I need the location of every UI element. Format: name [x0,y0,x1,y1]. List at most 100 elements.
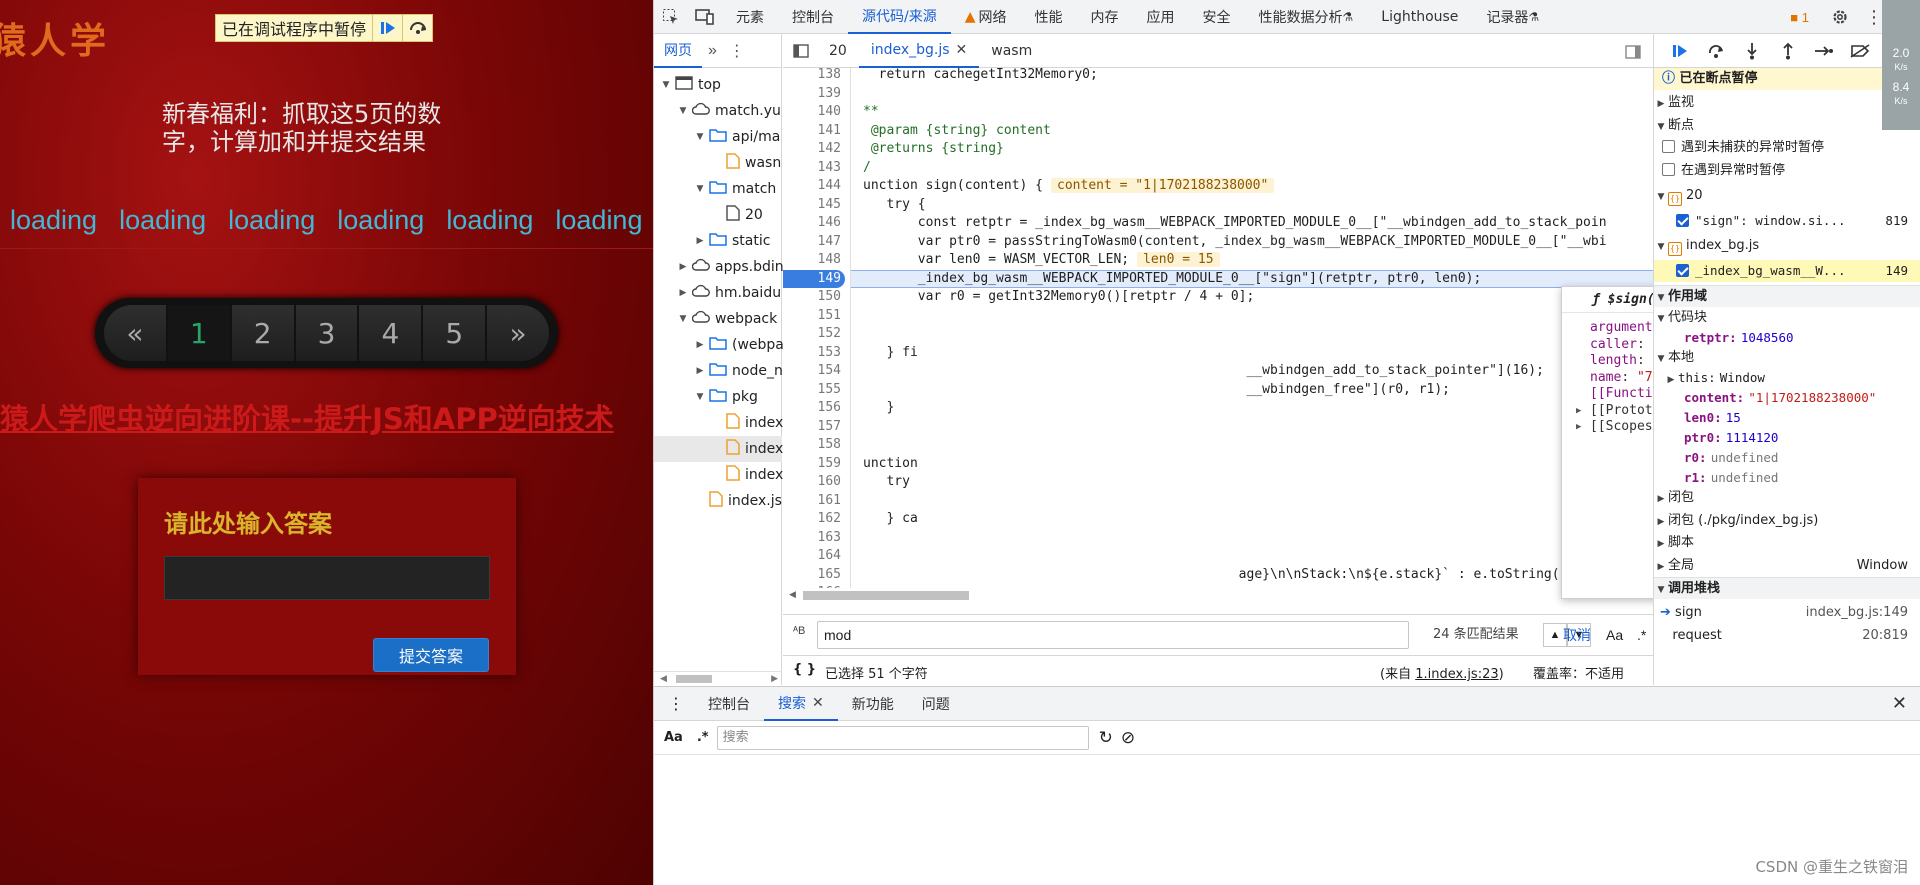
drawer-tab[interactable]: 控制台 [694,687,764,721]
tab-page[interactable]: 网页 [654,34,702,68]
line-number[interactable]: 160 [783,473,841,491]
tree-node-cloud[interactable]: ▶ apps.bdin [677,254,784,280]
tab-9[interactable]: Lighthouse [1367,0,1472,34]
line-number[interactable]: 141 [783,122,841,140]
call-frame[interactable]: ➔ sign index_bg.js:149 [1654,602,1920,624]
page-button-5[interactable]: 5 [423,305,486,361]
find-input[interactable]: mod [817,621,1409,649]
settings-button[interactable] [1823,0,1857,34]
drawer-menu-icon[interactable]: ⋮ [654,694,694,713]
collapsed-arrow-icon[interactable]: ▶ [694,366,706,376]
close-tab-icon[interactable]: ✕ [956,42,968,58]
page-button-2[interactable]: 2 [231,305,294,361]
cancel-find-button[interactable]: 取消 [1563,615,1591,655]
line-number[interactable]: 153 [783,344,841,362]
breakpoint-file[interactable]: ▼{} index_bg.js [1654,235,1920,257]
expanded-arrow-icon[interactable]: ▼ [694,132,706,142]
tab-3[interactable]: ▲ 网络 [951,0,1021,34]
global-scope[interactable]: ▶ 全局 Window [1654,555,1920,577]
inspect-element-button[interactable] [654,0,688,34]
page-button-prev[interactable]: « [104,305,166,361]
toggle-debugger-icon[interactable] [1625,44,1641,60]
toggle-navigator-icon[interactable] [783,43,817,59]
more-tabs-icon[interactable]: » [702,42,723,60]
collapsed-arrow-icon[interactable]: ▶ [677,262,689,272]
drawer-tab[interactable]: 问题 [908,687,964,721]
editor-hscrollbar[interactable]: ◀ ▶ [783,588,1653,602]
line-number[interactable]: 151 [783,307,841,325]
tab-8[interactable]: 性能数据分析 ⚗ [1245,0,1368,34]
tree-node-cloud[interactable]: ▼ webpack [677,306,777,332]
expanded-arrow-icon[interactable]: ▼ [677,106,689,116]
line-number[interactable]: 140 [783,103,841,121]
closure-scope[interactable]: ▶ 闭包 [1654,487,1920,509]
line-number[interactable]: 142 [783,140,841,158]
line-number[interactable]: 143 [783,159,841,177]
navigator-scrollbar[interactable]: ◀ ▶ [654,671,782,685]
tree-node-file[interactable]: index [711,410,783,436]
expanded-arrow-icon[interactable]: ▼ [694,392,706,402]
tab-6[interactable]: 应用 [1133,0,1189,34]
watch-section[interactable]: ▶ 监视 [1654,92,1920,114]
answer-input[interactable] [164,556,490,600]
expanded-arrow-icon[interactable]: ▼ [677,314,689,324]
line-number[interactable]: 152 [783,325,841,343]
breakpoint-item[interactable]: _index_bg_wasm__W... 149 [1654,259,1920,282]
line-number[interactable]: 164 [783,547,841,565]
line-number[interactable]: 158 [783,436,841,454]
clear-icon[interactable]: ⊘ [1121,728,1135,748]
page-button-3[interactable]: 3 [295,305,358,361]
line-number[interactable]: 162 [783,510,841,528]
line-number[interactable]: 154 [783,362,841,380]
navigator-menu-icon[interactable]: ⋮ [723,41,751,61]
line-number[interactable]: 161 [783,492,841,510]
tree-node-doc[interactable]: 20 [711,202,763,228]
origin-link[interactable]: 1.index.js:23 [1415,667,1498,682]
drawer-tab[interactable]: 搜索 ✕ [764,687,838,721]
pause-caught-checkbox[interactable]: 在遇到异常时暂停 [1654,160,1920,182]
page-button-4[interactable]: 4 [359,305,422,361]
search-input[interactable]: 搜索 [716,725,1089,750]
regex-button[interactable]: .* [1637,627,1646,643]
code-view[interactable]: 138 139 140 141 142 143 144 145 146 147 148 149 150 1… [783,68,1653,588]
line-number[interactable]: 147 [783,233,841,251]
step-over-button[interactable] [402,15,432,41]
line-number[interactable]: 156 [783,399,841,417]
tree-node-folder[interactable]: ▼ pkg [694,384,758,410]
tree-node-file[interactable]: index [711,462,783,488]
call-frame[interactable]: request 20:819 [1654,625,1920,647]
deactivate-breakpoints-button[interactable] [1842,34,1878,68]
line-number[interactable]: 146 [783,214,841,232]
tab-0[interactable]: 元素 [722,0,778,34]
line-number[interactable]: 165 [783,566,841,584]
var-this[interactable]: ▶ this: Window [1654,367,1920,389]
tab-5[interactable]: 内存 [1077,0,1133,34]
search-regex-button[interactable]: .* [697,730,709,745]
editor-tab[interactable]: wasm [979,34,1044,68]
close-drawer-icon[interactable]: ✕ [1892,693,1907,714]
tab-1[interactable]: 控制台 [778,0,848,34]
line-number[interactable]: 149 [783,269,845,288]
line-number[interactable]: 163 [783,529,841,547]
breakpoint-file[interactable]: ▼{} 20 [1654,185,1920,207]
expanded-arrow-icon[interactable]: ▼ [660,80,672,90]
expanded-arrow-icon[interactable]: ▼ [694,184,706,194]
pause-uncaught-checkbox[interactable]: 遇到未捕获的异常时暂停 [1654,137,1920,159]
closure-scope-module[interactable]: ▶ 闭包 (./pkg/index_bg.js) [1654,510,1920,532]
submit-answer-button[interactable]: 提交答案 [373,638,489,672]
tree-node-file[interactable]: index [711,436,783,462]
line-number[interactable]: 139 [783,85,841,103]
tree-node-folder[interactable]: ▶ node_n [694,358,783,384]
line-number[interactable]: 157 [783,418,841,436]
line-number[interactable]: 138 [783,68,841,84]
line-gutter[interactable]: 138 139 140 141 142 143 144 145 146 147 148 149 150 1… [783,68,851,588]
resume-script-button[interactable] [1662,34,1698,68]
page-button-1[interactable]: 1 [167,305,230,361]
close-tab-icon[interactable]: ✕ [812,695,824,711]
step-into-button[interactable] [1734,34,1770,68]
tree-node-cloud[interactable]: ▼ match.yu [677,98,781,124]
tree-node-cloud[interactable]: ▶ hm.baidu [677,280,781,306]
script-scope[interactable]: ▶ 脚本 [1654,532,1920,554]
breakpoints-section[interactable]: ▼ 断点 [1654,115,1920,137]
tab-2[interactable]: 源代码/来源 [848,0,951,34]
